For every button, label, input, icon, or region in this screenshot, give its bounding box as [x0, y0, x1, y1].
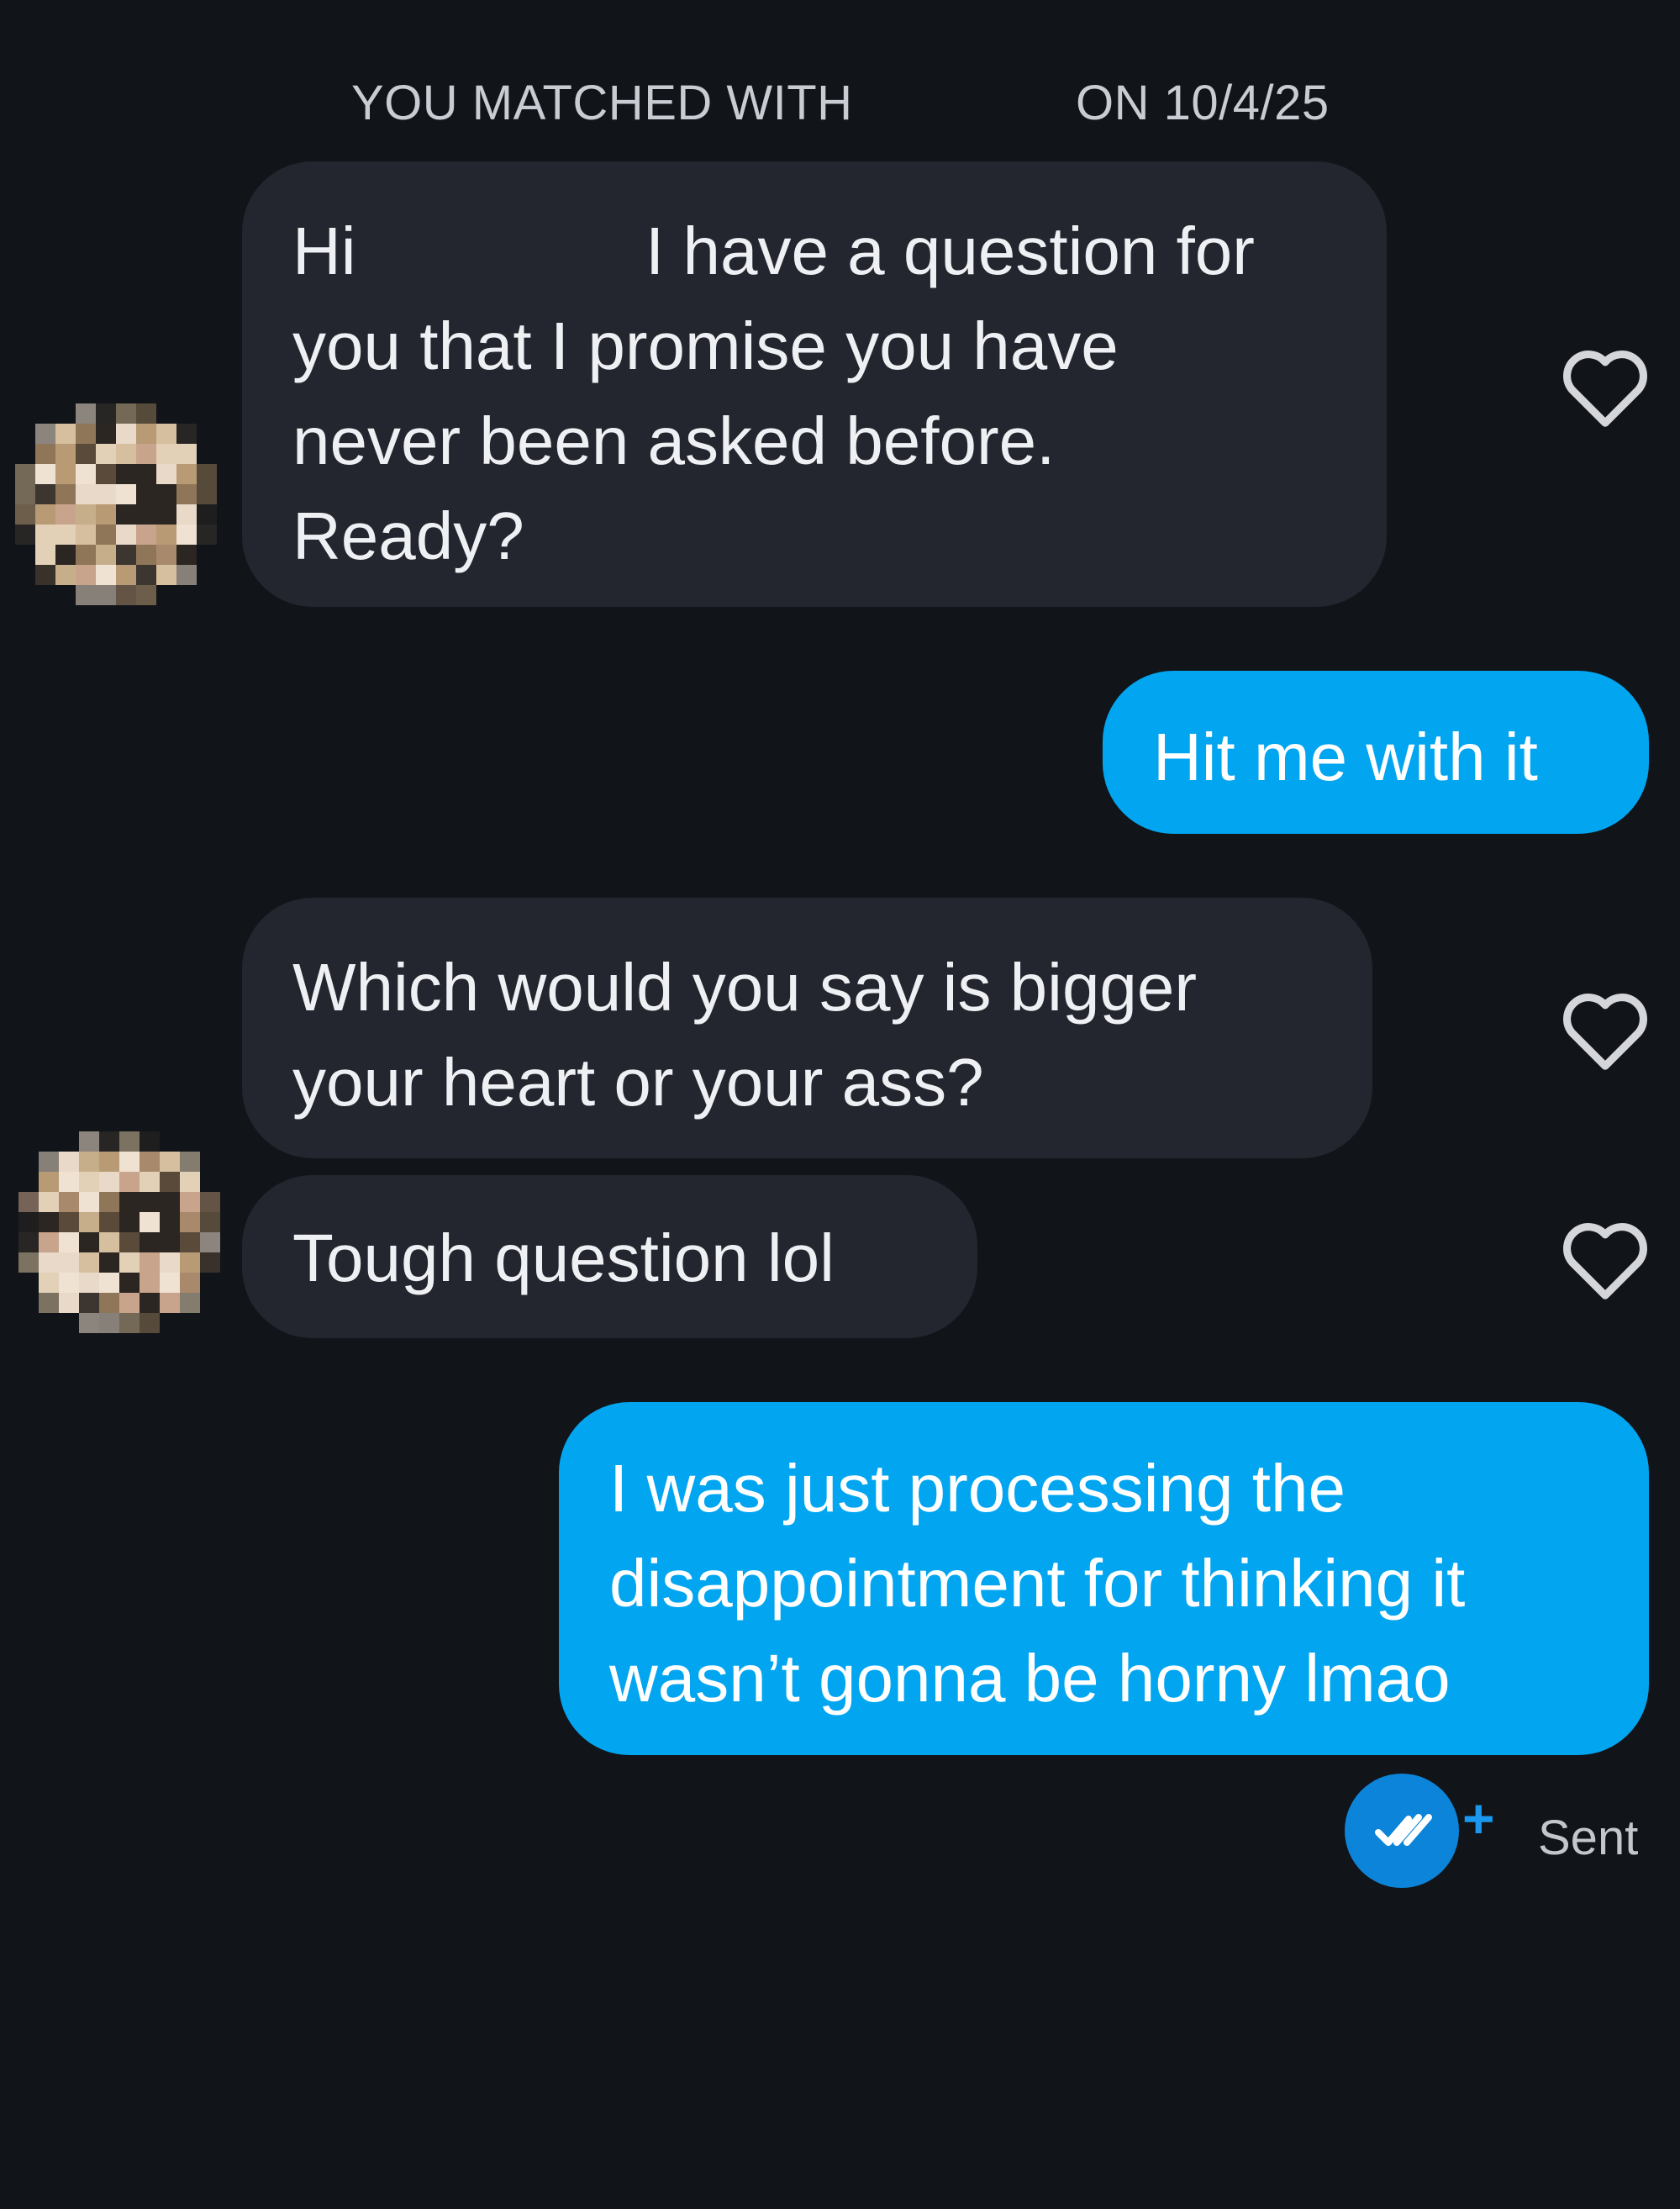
like-heart-icon[interactable] [1559, 345, 1651, 429]
plus-icon[interactable]: + [1462, 1790, 1495, 1846]
match-avatar[interactable] [15, 403, 217, 605]
like-heart-icon[interactable] [1559, 988, 1651, 1072]
message-text-greeting: Hi [292, 214, 356, 288]
like-heart-icon[interactable] [1559, 1217, 1651, 1301]
incoming-message-bubble[interactable]: Which would you say is bigger your heart… [242, 898, 1372, 1158]
double-check-icon [1375, 1814, 1432, 1846]
outgoing-message-bubble[interactable]: I was just processing the disappointment… [559, 1402, 1649, 1755]
redacted-name [374, 222, 627, 290]
read-receipt-icon[interactable] [1345, 1774, 1459, 1888]
incoming-message-bubble[interactable]: Tough question lol [242, 1175, 977, 1338]
outgoing-message-bubble[interactable]: Hit me with it [1103, 671, 1649, 834]
match-avatar[interactable] [18, 1131, 220, 1333]
sent-status: Sent [1538, 1811, 1639, 1865]
match-info-label: YOU MATCHED WITH [351, 76, 853, 130]
incoming-message-bubble[interactable]: Hi I have a question for you that I prom… [242, 161, 1387, 607]
match-date-label: ON 10/4/25 [1076, 76, 1330, 130]
